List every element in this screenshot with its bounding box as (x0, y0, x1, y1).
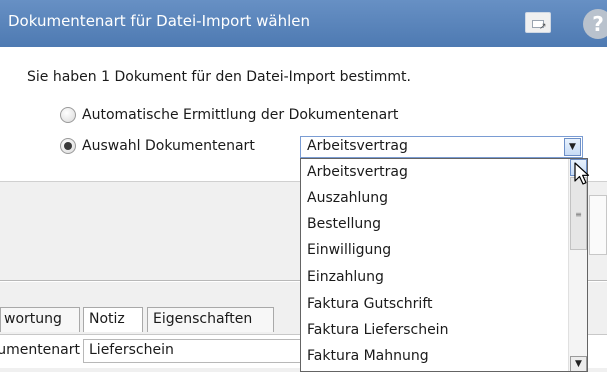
radio-auto-label: Automatische Ermittlung der Dokumentenar… (82, 107, 399, 123)
dialog-titlebar: Dokumentenart für Datei-Import wählen ↗ … (0, 0, 607, 47)
tab-eigenschaften[interactable]: Eigenschaften (147, 307, 274, 332)
dropdown-item[interactable]: Auszahlung (307, 190, 388, 206)
dropdown-item[interactable]: Faktura Mahnung (307, 348, 429, 364)
dropdown-item[interactable]: Faktura Lieferschein (307, 322, 448, 338)
document-type-dropdown[interactable]: Arbeitsvertrag Auszahlung Bestellung Ein… (300, 158, 588, 372)
tab-notiz[interactable]: Notiz (83, 307, 143, 332)
scroll-down-button[interactable]: ▼ (570, 356, 587, 371)
arrow-icon: ↗ (539, 22, 547, 32)
dropdown-item[interactable]: Faktura Gutschrift (307, 296, 433, 312)
radio-select-row[interactable]: Auswahl Dokumentenart (60, 136, 255, 156)
tab-verantwortung-label: wortung (4, 311, 62, 327)
dropdown-item[interactable]: Einzahlung (307, 269, 384, 285)
combo-value: Arbeitsvertrag (307, 138, 408, 154)
mouse-cursor-icon (574, 162, 590, 185)
document-type-field[interactable]: Lieferschein (83, 339, 318, 363)
tab-eigenschaften-label: Eigenschaften (153, 311, 253, 327)
dialog-title: Dokumentenart für Datei-Import wählen (8, 12, 311, 30)
side-panel-edge (589, 195, 607, 255)
radio-auto-row[interactable]: Automatische Ermittlung der Dokumentenar… (60, 105, 398, 125)
intro-text: Sie haben 1 Dokument für den Datei-Impor… (27, 69, 411, 85)
dropdown-item[interactable]: Einwilligung (307, 242, 391, 258)
help-button[interactable]: ? (583, 9, 607, 39)
document-type-label: Dokumentenart (0, 342, 80, 358)
chevron-down-icon[interactable]: ▼ (564, 138, 581, 156)
tab-verantwortung[interactable]: wortung (0, 307, 80, 332)
dropdown-item[interactable]: Bestellung (307, 216, 381, 232)
dropdown-item[interactable]: Arbeitsvertrag (307, 164, 408, 180)
radio-select[interactable] (60, 138, 76, 154)
radio-auto[interactable] (60, 107, 76, 123)
radio-select-label: Auswahl Dokumentenart (82, 138, 255, 154)
dropdown-scrollbar[interactable]: ≡ ▼ (568, 159, 587, 371)
restore-button[interactable]: ↗ (525, 12, 551, 33)
tab-notiz-label: Notiz (89, 311, 125, 327)
document-type-combo[interactable]: Arbeitsvertrag ▼ (300, 136, 583, 158)
